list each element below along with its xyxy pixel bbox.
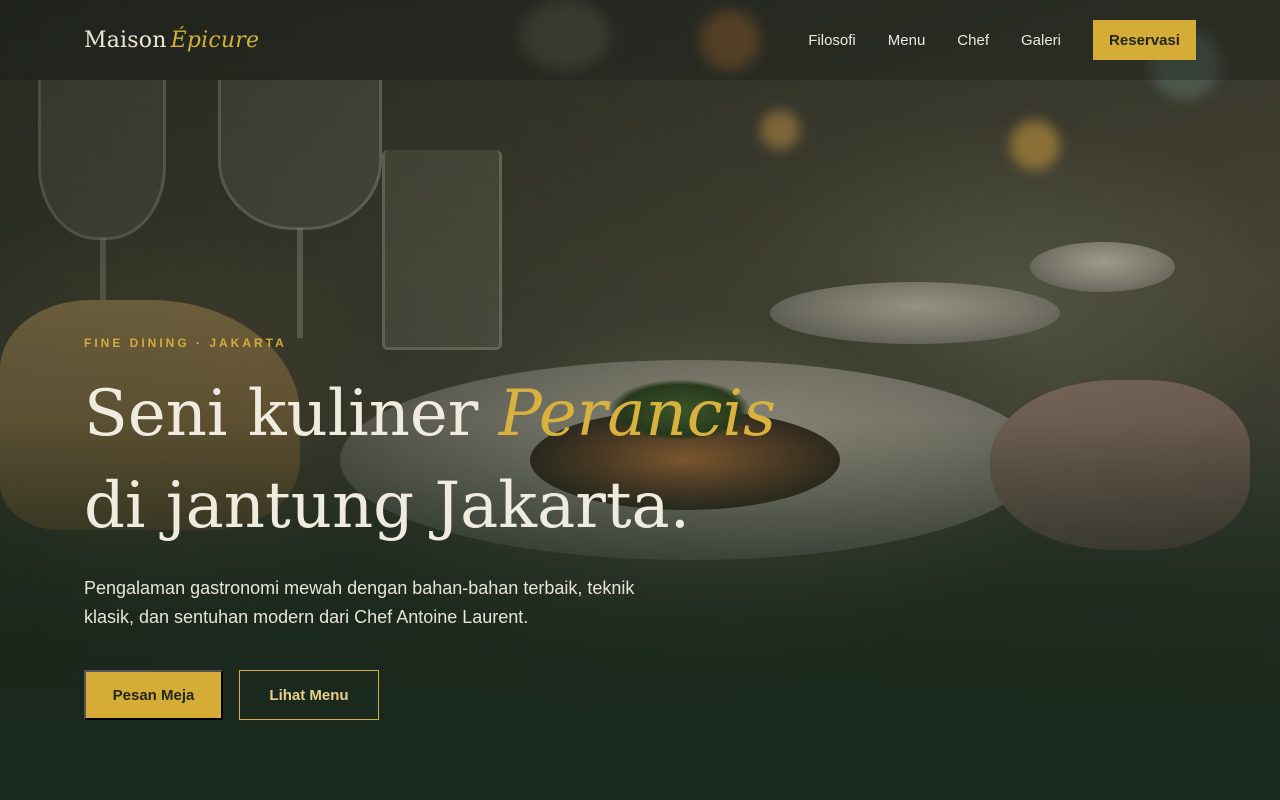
nav-link-menu[interactable]: Menu (888, 32, 926, 49)
nav-link-galeri[interactable]: Galeri (1021, 32, 1061, 49)
logo-main-text: Maison (84, 27, 167, 53)
headline-accent: Perancis (498, 377, 776, 451)
nav-link-filosofi[interactable]: Filosofi (808, 32, 856, 49)
book-table-button[interactable]: Pesan Meja (84, 670, 223, 720)
nav-link-chef[interactable]: Chef (957, 32, 989, 49)
site-header: Maison Épicure Filosofi Menu Chef Galeri … (0, 0, 1280, 80)
brand-logo[interactable]: Maison Épicure (84, 28, 259, 53)
main-nav: Filosofi Menu Chef Galeri Reservasi (808, 20, 1196, 60)
logo-accent-text: Épicure (170, 27, 260, 53)
hero-subtext: Pengalaman gastronomi mewah dengan bahan… (84, 578, 635, 627)
hero-headline: Seni kuliner Perancis di jantung Jakarta… (84, 368, 844, 552)
hero-eyebrow: FINE DINING · JAKARTA (84, 336, 287, 350)
reservation-button[interactable]: Reservasi (1093, 20, 1196, 60)
headline-part-1: Seni kuliner (84, 377, 499, 451)
view-menu-button[interactable]: Lihat Menu (239, 670, 379, 720)
headline-part-2: di jantung Jakarta. (84, 469, 691, 543)
